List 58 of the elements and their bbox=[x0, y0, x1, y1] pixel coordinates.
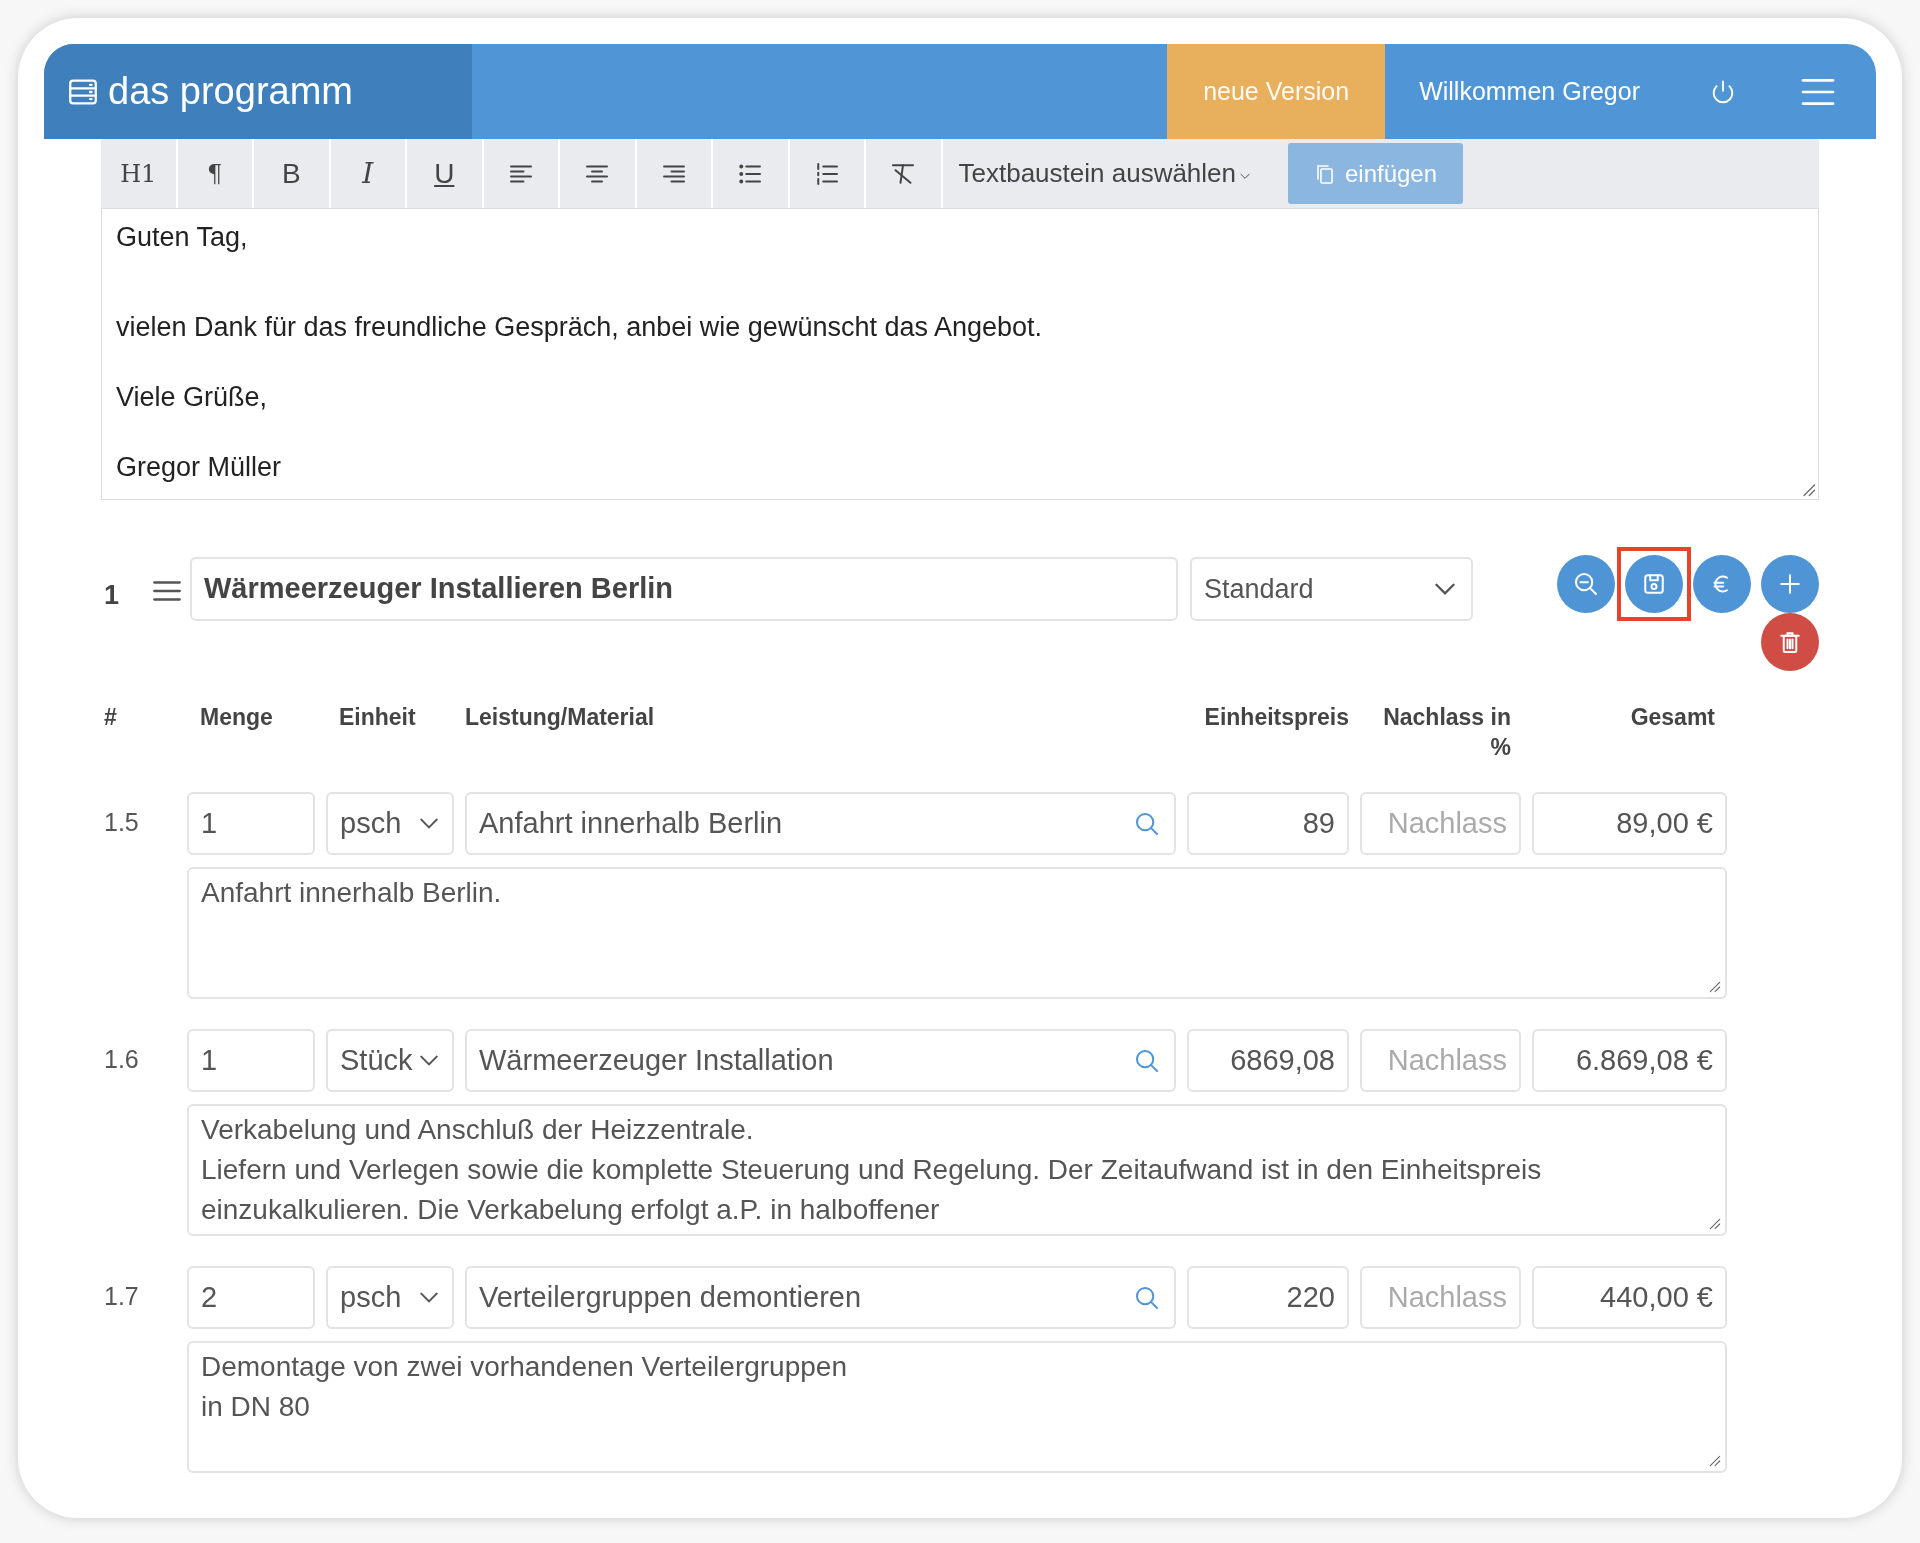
format-button[interactable]: ¶ bbox=[177, 139, 254, 208]
description-line: einzukalkulieren. Die Verkabelung erfolgt a.P. in halboffener bbox=[201, 1193, 941, 1227]
chevron-icon bbox=[1435, 583, 1455, 595]
save-button[interactable] bbox=[1625, 555, 1683, 613]
column-header: Einheitspreis bbox=[1203, 703, 1349, 732]
quantity-field[interactable]: 1 bbox=[187, 1029, 315, 1092]
unit-price-field[interactable]: 6869,08 bbox=[1187, 1029, 1349, 1092]
editor-paragraph: Viele Grüße, bbox=[116, 381, 269, 414]
editor-paragraph: vielen Dank für das freundliche Gespräch, anbei wie gewünscht das Angebot. bbox=[116, 311, 1044, 344]
item-number: 1.5 bbox=[103, 807, 140, 838]
description-line: Verkabelung und Anschluß der Heizzentrale. bbox=[201, 1113, 755, 1147]
column-header: Menge bbox=[199, 703, 274, 732]
item-field[interactable]: Wärmeerzeuger Installation bbox=[465, 1029, 1176, 1092]
unit-price-field[interactable]: 89 bbox=[1187, 792, 1349, 855]
column-header: Nachlass in % bbox=[1382, 703, 1512, 762]
position-title-field[interactable]: Wärmeerzeuger Installieren Berlin bbox=[190, 557, 1178, 621]
unit-select[interactable]: psch bbox=[326, 792, 454, 855]
quantity-field[interactable]: 1 bbox=[187, 792, 315, 855]
text-editor[interactable]: Guten Tag, vielen Dank für das freundliche Gespräch, anbei wie gewünscht das Angebot. Viele Grüße, Gregor Müller bbox=[101, 208, 1819, 500]
total-field[interactable]: 440,00 € bbox=[1532, 1266, 1727, 1329]
add-button[interactable] bbox=[1761, 555, 1819, 613]
description-line: Demontage von zwei vorhandenen Verteilergruppen bbox=[201, 1350, 848, 1384]
column-header: Gesamt bbox=[1629, 703, 1716, 732]
column-header: Einheit bbox=[338, 703, 417, 732]
column-header: # bbox=[103, 703, 118, 732]
unit-price-field[interactable]: 220 bbox=[1187, 1266, 1349, 1329]
position-number: 1 bbox=[103, 579, 121, 612]
total-field[interactable]: 89,00 € bbox=[1532, 792, 1727, 855]
zoom-out-button[interactable] bbox=[1557, 555, 1615, 613]
item-number: 1.7 bbox=[103, 1281, 140, 1312]
app-title: das programm bbox=[108, 69, 353, 114]
description-field[interactable] bbox=[187, 1104, 1727, 1236]
description-field[interactable]: Demontage von zwei vorhandenen Verteilergruppen in DN 80 bbox=[187, 1341, 1727, 1473]
chevron-icon bbox=[420, 1055, 438, 1066]
item-field[interactable]: Verteilergruppen demontieren bbox=[465, 1266, 1176, 1329]
price-button[interactable] bbox=[1693, 555, 1751, 613]
chevron-icon bbox=[420, 818, 438, 829]
delete-button[interactable] bbox=[1761, 613, 1819, 671]
unit-select[interactable]: psch bbox=[326, 1266, 454, 1329]
item-field[interactable]: Anfahrt innerhalb Berlin bbox=[465, 792, 1176, 855]
column-header: Leistung/Material bbox=[465, 703, 656, 732]
welcome-text: Willkommen Gregor bbox=[1418, 75, 1641, 107]
format-button[interactable]: I bbox=[330, 139, 407, 208]
format-button[interactable]: H1 bbox=[101, 139, 178, 208]
type-select[interactable]: Standard bbox=[1190, 557, 1473, 621]
unit-select[interactable]: Stück bbox=[326, 1029, 454, 1092]
description-field[interactable]: Anfahrt innerhalb Berlin. bbox=[187, 867, 1727, 999]
description-line: Liefern und Verlegen sowie die komplette Steuerung und Regelung. Der Zeitaufwand ist in den Einheitspreis bbox=[201, 1153, 1543, 1187]
description-line: Anfahrt innerhalb Berlin. bbox=[201, 876, 503, 910]
quantity-field[interactable]: 2 bbox=[187, 1266, 315, 1329]
format-button[interactable]: B bbox=[254, 139, 331, 208]
description-line: in DN 80 bbox=[201, 1390, 311, 1424]
item-number: 1.6 bbox=[103, 1044, 140, 1075]
chevron-icon bbox=[420, 1292, 438, 1303]
total-field[interactable]: 6.869,08 € bbox=[1532, 1029, 1727, 1092]
format-button[interactable]: U bbox=[407, 139, 484, 208]
editor-paragraph: Guten Tag, bbox=[116, 221, 249, 254]
editor-paragraph: Gregor Müller bbox=[116, 451, 283, 484]
